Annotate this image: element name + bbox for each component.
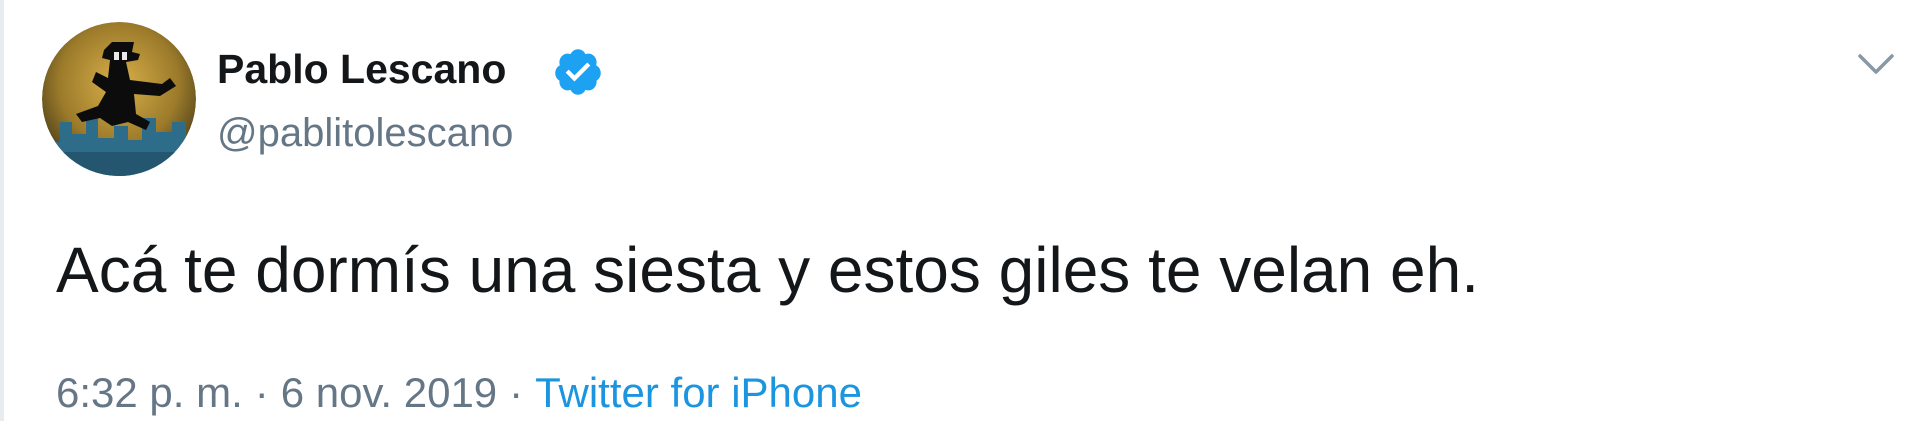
author-display-name[interactable]: Pablo Lescano <box>217 44 506 94</box>
meta-separator: · <box>254 369 269 416</box>
meta-separator: · <box>509 369 524 416</box>
profile-avatar[interactable] <box>42 22 196 176</box>
avatar-jumping-figure-icon <box>42 22 196 176</box>
author-handle[interactable]: @pablitolescano <box>217 108 513 158</box>
chevron-down-icon <box>1858 54 1894 74</box>
tweet-metadata: 6:32 p. m. · 6 nov. 2019 · Twitter for iPhon… <box>56 366 862 420</box>
tweet-source-link[interactable]: Twitter for iPhone <box>535 369 862 416</box>
tweet-text: Acá te dormís una siesta y estos giles t… <box>56 234 1479 306</box>
verified-badge-icon <box>552 46 604 98</box>
tweet-date[interactable]: 6 nov. 2019 <box>281 369 497 416</box>
tweet-card: Pablo Lescano @pablitolescano Acá te dor… <box>0 0 1920 421</box>
tweet-menu-button[interactable] <box>1852 44 1900 84</box>
tweet-time[interactable]: 6:32 p. m. <box>56 369 243 416</box>
